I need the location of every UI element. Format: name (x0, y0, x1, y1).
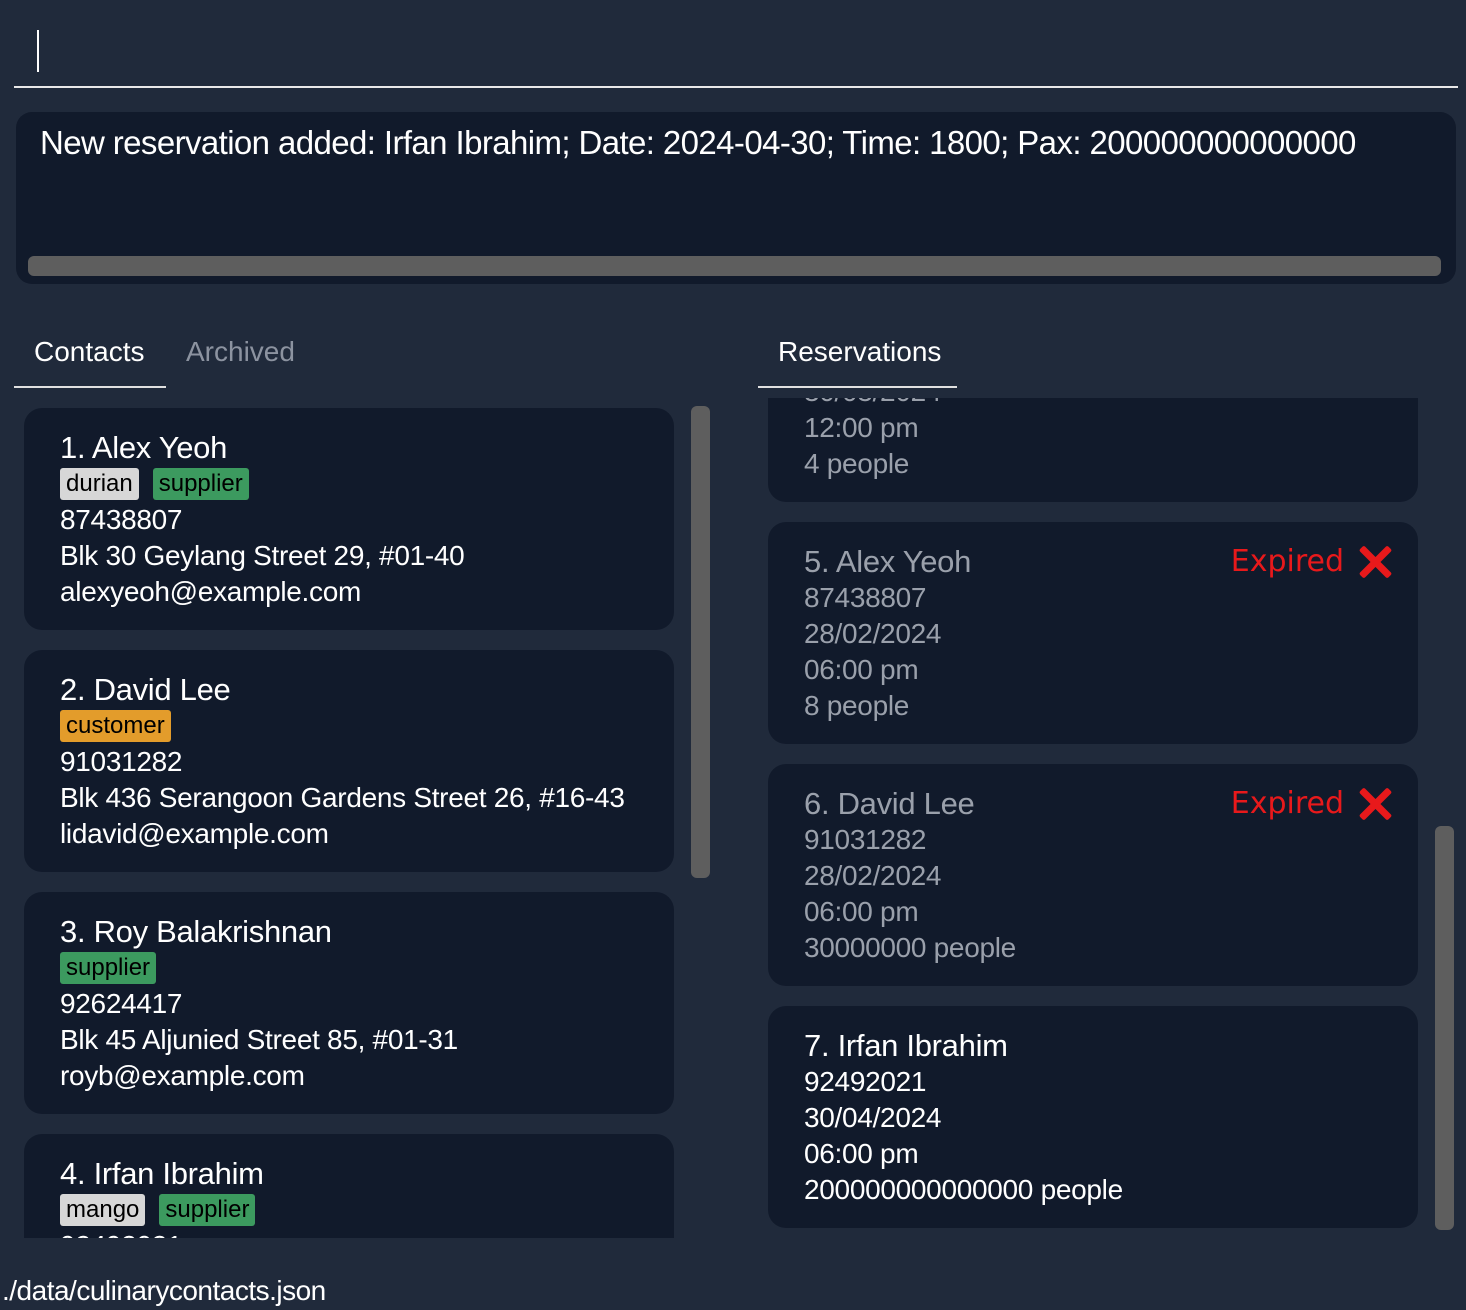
result-message: New reservation added: Irfan Ibrahim; Da… (40, 124, 1356, 161)
command-box[interactable] (14, 10, 1458, 88)
reservation-date: 30/04/2024 (804, 1102, 942, 1133)
reservation-card[interactable]: 7. Irfan Ibrahim 92492021 30/04/2024 06:00 … (768, 1006, 1418, 1228)
reservations-list[interactable]: 30/03/2024 12:00 pm 4 people 5. Alex Yeoh87… (760, 398, 1430, 1238)
reservation-pax: 200000000000000 people (804, 1174, 1123, 1205)
tag-supplier: supplier (60, 952, 157, 984)
reservations-scrollbar[interactable] (1435, 826, 1454, 1230)
contacts-scrollbar[interactable] (691, 406, 710, 878)
text-caret (37, 30, 39, 72)
tab-reservations[interactable]: Reservations (758, 336, 957, 388)
contact-card[interactable]: 1. Alex Yeoh durian supplier 87438807 Blk 30… (24, 408, 674, 630)
tag-supplier: supplier (152, 468, 249, 500)
reservation-date: 28/02/2024 (804, 860, 942, 891)
contact-address: Blk 436 Serangoon Gardens Street 26, #16… (60, 782, 625, 813)
contacts-list[interactable]: 1. Alex Yeoh durian supplier 87438807 Blk 30… (0, 398, 720, 1238)
contact-address: Blk 45 Aljunied Street 85, #01-31 (60, 1024, 458, 1055)
contact-name: 4. Irfan Ibrahim (60, 1156, 264, 1191)
expired-label: Expired (1230, 544, 1344, 579)
expired-label: Expired (1230, 786, 1344, 821)
close-icon (1358, 545, 1392, 579)
reservation-card[interactable]: 5. Alex Yeoh 87438807 28/02/2024 06:00 pm 8 … (768, 522, 1418, 744)
reservation-date: 30/03/2024 (804, 398, 941, 408)
reservation-phone: 87438807 (804, 582, 927, 613)
tag-durian: durian (60, 468, 139, 500)
contact-card[interactable]: 4. Irfan Ibrahimmango supplier 92492021 (24, 1134, 674, 1238)
contact-card[interactable]: 3. Roy Balakrishnan supplier 92624417 Blk 4… (24, 892, 674, 1114)
reservation-card[interactable]: 6. David Lee 91031282 28/02/2024 06:00 pm 30… (768, 764, 1418, 986)
reservation-name: 7. Irfan Ibrahim (804, 1028, 1008, 1063)
expired-indicator: Expired (1231, 786, 1392, 821)
reservation-time: 12:00 pm (804, 412, 919, 443)
contact-name: 2. David Lee (60, 672, 231, 707)
contact-phone: 92624417 (60, 988, 183, 1019)
status-bar-path: ./data/culinarycontacts.json (2, 1275, 326, 1306)
reservation-time: 06:00 pm (804, 654, 919, 685)
contact-phone: 87438807 (60, 504, 183, 535)
expired-indicator: Expired (1231, 544, 1392, 579)
reservation-card[interactable]: 30/03/2024 12:00 pm 4 people (768, 398, 1418, 502)
contact-name: 1. Alex Yeoh (60, 430, 228, 465)
contact-name: 3. Roy Balakrishnan (60, 914, 332, 949)
reservation-pax: 30000000 people (804, 932, 1016, 963)
command-input[interactable] (44, 24, 1448, 80)
contact-email: royb@example.com (60, 1060, 305, 1091)
result-display: New reservation added: Irfan Ibrahim; Da… (16, 112, 1456, 284)
tab-archived[interactable]: Archived (166, 336, 326, 388)
reservation-name: 5. Alex Yeoh (804, 544, 972, 579)
tab-contacts[interactable]: Contacts (14, 336, 166, 388)
contact-address: Blk 30 Geylang Street 29, #01-40 (60, 540, 465, 571)
reservation-time: 06:00 pm (804, 896, 919, 927)
reservation-time: 06:00 pm (804, 1138, 919, 1169)
tag-customer: customer (60, 710, 171, 742)
contact-tags: mango supplier (60, 1194, 256, 1226)
contact-phone: 91031282 (60, 746, 183, 777)
contact-phone: 92492021 (60, 1230, 182, 1238)
contact-tags: customer (60, 710, 171, 742)
tag-supplier: supplier (159, 1194, 256, 1226)
reservation-phone: 91031282 (804, 824, 927, 855)
contact-tags: supplier (60, 952, 157, 984)
reservation-pax: 8 people (804, 690, 910, 721)
contact-email: lidavid@example.com (60, 818, 329, 849)
horizontal-scrollbar[interactable] (28, 256, 1441, 276)
reservation-phone: 92492021 (804, 1066, 927, 1097)
contact-email: alexyeoh@example.com (60, 576, 362, 607)
reservation-pax: 4 people (804, 448, 910, 479)
contact-tags: durian supplier (60, 468, 249, 500)
tag-mango: mango (60, 1194, 146, 1226)
reservation-name: 6. David Lee (804, 786, 975, 821)
contact-card[interactable]: 2. David Lee customer 91031282 Blk 436 Sera… (24, 650, 674, 872)
reservation-date: 28/02/2024 (804, 618, 942, 649)
close-icon (1358, 787, 1392, 821)
